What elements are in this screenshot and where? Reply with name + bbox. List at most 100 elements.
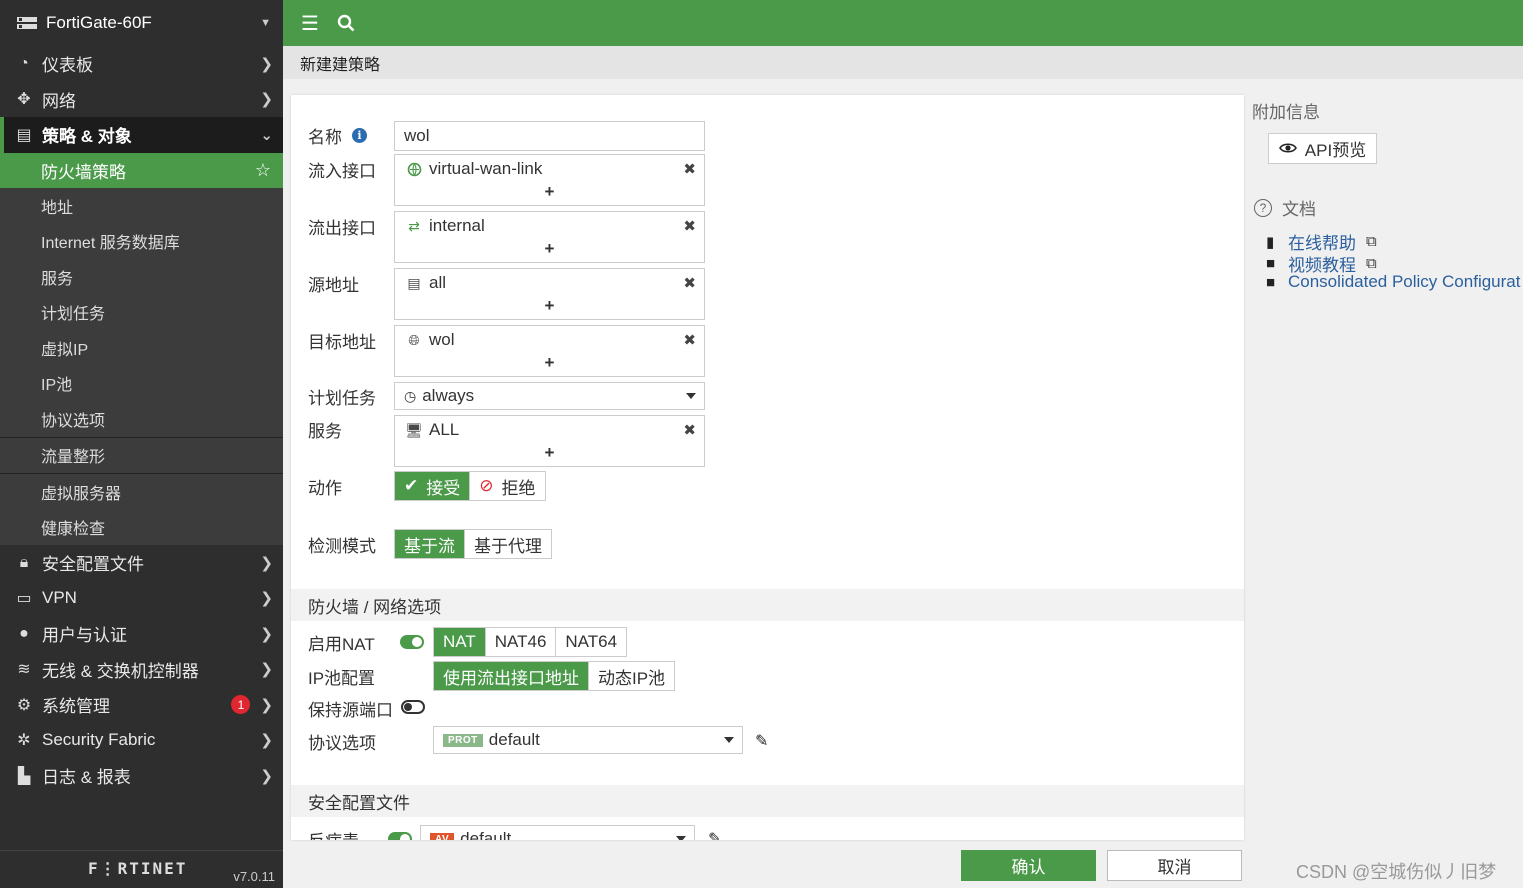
sidebar-sub-label: 服务 — [41, 270, 74, 288]
edit-icon[interactable]: ✎ — [708, 829, 721, 840]
external-link-icon: ⧉ — [1366, 255, 1377, 272]
remove-icon[interactable]: ✖ — [683, 217, 696, 235]
inspect-label: 检测模式 — [308, 537, 376, 556]
page-title: 新建建策略 — [300, 56, 381, 74]
use-outgoing-if-button[interactable]: 使用流出接口地址 — [434, 662, 588, 690]
remove-icon[interactable]: ✖ — [683, 274, 696, 292]
av-row: 反病毒 — [308, 827, 359, 840]
sidebar-item-security-profiles[interactable]: 🔒︎ 安全配置文件 ❯ — [0, 545, 283, 581]
preserve-port-label: 保持源端口 — [308, 701, 393, 720]
book-icon: ▮ — [1266, 233, 1275, 251]
sidebar-item-label: 安全配置文件 — [42, 555, 144, 575]
sidebar-item-wifi-switch[interactable]: ≋ 无线 & 交换机控制器 ❯ — [0, 652, 283, 688]
chevron-right-icon: ❯ — [260, 625, 273, 643]
add-icon[interactable]: + — [395, 354, 704, 376]
link-label: Consolidated Policy Configurat — [1288, 272, 1521, 291]
video-icon: ■ — [1266, 255, 1276, 272]
sidebar-item-policy-objects[interactable]: ▤ 策略 & 对象 ⌄ — [0, 117, 283, 153]
help-circle-icon: ? — [1254, 198, 1272, 217]
service-icon: 🖥︎ — [405, 421, 423, 438]
dst-label: 目标地址 — [308, 333, 376, 352]
sidebar-sub-protocol-options[interactable]: 协议选项 — [0, 401, 283, 437]
sidebar-sub-vip[interactable]: 虚拟IP — [0, 330, 283, 366]
src-row: 源地址 — [308, 271, 359, 296]
watermark: CSDN @空城伤似丿旧梦 — [1296, 862, 1497, 882]
api-preview-label: API预览 — [1304, 141, 1367, 160]
nat-toggle[interactable] — [400, 635, 424, 649]
sidebar-sub-isdb[interactable]: Internet 服务数据库 — [0, 223, 283, 259]
remove-icon[interactable]: ✖ — [683, 421, 696, 439]
service-row: 服务 — [308, 417, 342, 442]
in-if-label: 流入接口 — [308, 162, 376, 181]
sidebar-item-network[interactable]: ✥ 网络 ❯ — [0, 82, 283, 118]
edit-icon[interactable]: ✎ — [755, 731, 768, 751]
consolidated-policy-link[interactable]: ■ Consolidated Policy Configurat — [1266, 272, 1520, 292]
sidebar-item-system[interactable]: ⚙ 系统管理 1 ❯ — [0, 687, 283, 723]
out-if-field[interactable]: ⇄ internal ✖ + — [394, 211, 705, 263]
inspect-proxy-button[interactable]: 基于代理 — [464, 530, 551, 558]
sidebar-sub-address[interactable]: 地址 — [0, 188, 283, 224]
sidebar-item-vpn[interactable]: ▭ VPN ❯ — [0, 581, 283, 617]
sidebar-sub-firewall-policy[interactable]: 防火墙策略 ☆ — [0, 152, 283, 188]
protocol-select[interactable]: PROT default — [433, 726, 743, 754]
dynamic-ippool-button[interactable]: 动态IP池 — [588, 662, 675, 690]
section-title: 防火墙 / 网络选项 — [308, 597, 442, 617]
av-toggle[interactable] — [388, 832, 412, 840]
service-field[interactable]: 🖥︎ ALL ✖ + — [394, 415, 705, 467]
lock-icon: 🔒︎ — [19, 553, 29, 571]
name-value: wol — [404, 126, 430, 145]
search-icon[interactable] — [331, 8, 361, 38]
network-icon: ✥ — [17, 91, 31, 109]
nat-option[interactable]: NAT — [434, 628, 485, 656]
deny-icon: ⊘ — [479, 476, 494, 495]
add-icon[interactable]: + — [395, 240, 704, 262]
prot-tag: PROT — [443, 733, 483, 747]
schedule-icon: ◷ — [404, 387, 417, 404]
remove-icon[interactable]: ✖ — [683, 331, 696, 349]
policy-icon: ▤ — [16, 126, 32, 144]
sidebar-item-user-auth[interactable]: ● 用户与认证 ❯ — [0, 616, 283, 652]
av-select[interactable]: AV default — [420, 825, 695, 840]
check-icon: ✔ — [404, 476, 419, 495]
remove-icon[interactable]: ✖ — [683, 160, 696, 178]
add-icon[interactable]: + — [395, 297, 704, 319]
in-if-field[interactable]: virtual-wan-link ✖ + — [394, 154, 705, 206]
caret-down-icon: ▼ — [260, 17, 271, 29]
device-selector[interactable]: FortiGate-60F ▼ — [0, 0, 283, 46]
sidebar-sub-virtual-servers[interactable]: 虚拟服务器 — [0, 474, 283, 510]
dst-value: wol — [429, 330, 455, 349]
name-input[interactable]: wol — [394, 121, 705, 151]
api-preview-button[interactable]: API预览 — [1268, 133, 1377, 164]
add-icon[interactable]: + — [395, 183, 704, 205]
sidebar-sub-ippool[interactable]: IP池 — [0, 365, 283, 401]
chevron-right-icon: ❯ — [260, 55, 273, 73]
sidebar-item-log-report[interactable]: ▙ 日志 & 报表 ❯ — [0, 758, 283, 794]
inspect-flow-button[interactable]: 基于流 — [395, 530, 464, 558]
dst-field[interactable]: 🌐︎ wol ✖ + — [394, 325, 705, 377]
schedule-select[interactable]: ◷ always — [394, 382, 705, 410]
sidebar-item-dashboard[interactable]: ◔ 仪表板 ❯ — [0, 46, 283, 82]
sidebar-item-security-fabric[interactable]: ✲ Security Fabric ❯ — [0, 723, 283, 759]
in-if-value: virtual-wan-link — [429, 159, 543, 178]
sidebar-item-label: 策略 & 对象 — [42, 127, 132, 147]
nat46-option[interactable]: NAT46 — [484, 628, 556, 656]
nat-type-toggle: NAT NAT46 NAT64 — [433, 627, 628, 657]
docs-title: 文档 — [1282, 200, 1316, 219]
sidebar-sub-services[interactable]: 服务 — [0, 259, 283, 295]
action-accept-button[interactable]: ✔ 接受 — [395, 472, 470, 500]
schedule-value: always — [422, 386, 475, 405]
sidebar-sub-health-check[interactable]: 健康检查 — [0, 509, 283, 545]
info-icon[interactable]: i — [352, 128, 367, 143]
preserve-port-toggle[interactable] — [401, 700, 425, 714]
action-deny-button[interactable]: ⊘ 拒绝 — [469, 472, 545, 500]
add-icon[interactable]: + — [395, 444, 704, 466]
star-icon[interactable]: ☆ — [255, 160, 271, 181]
src-field[interactable]: ▤ all ✖ + — [394, 268, 705, 320]
ok-button[interactable]: 确认 — [961, 850, 1096, 881]
sidebar-sub-schedules[interactable]: 计划任务 — [0, 294, 283, 330]
nat64-option[interactable]: NAT64 — [555, 628, 627, 656]
sidebar-sub-label: Internet 服务数据库 — [41, 235, 180, 253]
sidebar-sub-traffic-shaping[interactable]: 流量整形 — [0, 437, 283, 473]
menu-icon[interactable]: ☰ — [295, 8, 325, 38]
cancel-button[interactable]: 取消 — [1107, 850, 1242, 881]
